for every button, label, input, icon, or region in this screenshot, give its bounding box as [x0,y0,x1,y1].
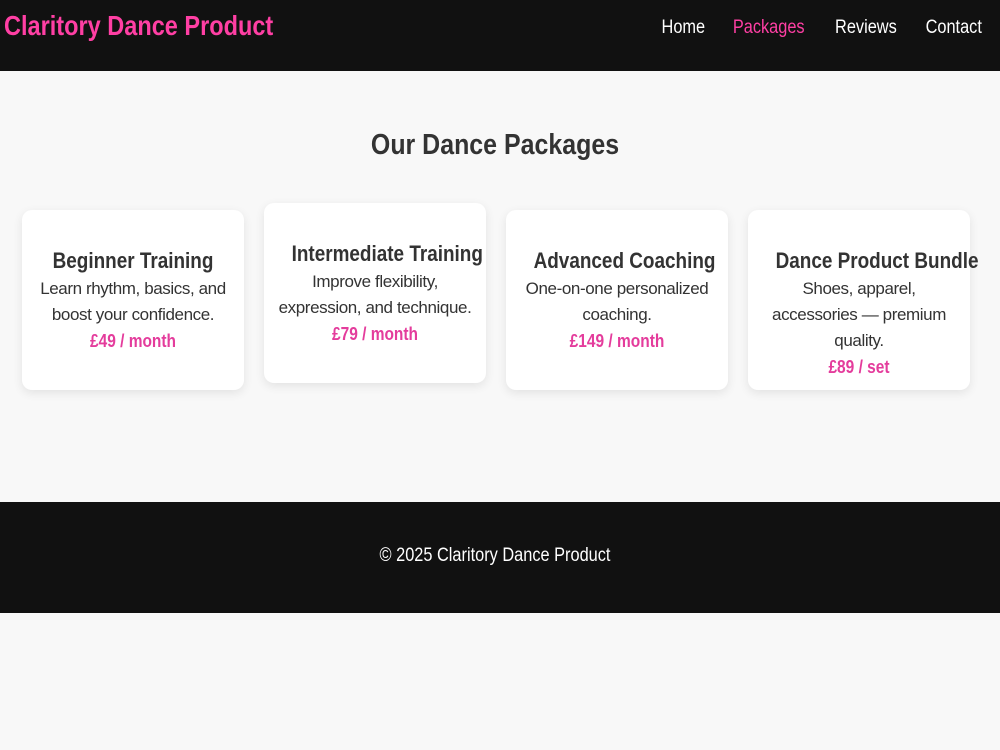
package-card-advanced[interactable]: Advanced Coaching One-on-one personalize… [506,210,728,390]
nav-packages-link[interactable]: Packages [733,16,805,40]
package-price: £89 / set [828,357,890,377]
copyright-text: © 2025 Claritory Dance Product [379,545,611,566]
package-description: Shoes, apparel, accessories — premium qu… [772,279,946,350]
main-nav: Home Packages Reviews Contact [658,16,986,40]
package-description: Improve flexibility, expression, and tec… [278,272,472,317]
package-price: £49 / month [89,331,177,351]
package-description: One-on-one personalized coaching. [525,279,709,324]
package-price: £79 / month [331,324,419,344]
package-title: Beginner Training [52,248,214,273]
nav-home-link[interactable]: Home [661,16,705,40]
package-price: £149 / month [569,331,665,351]
package-card-bundle[interactable]: Dance Product Bundle Shoes, apparel, acc… [748,210,979,390]
package-title: Intermediate Training [291,241,483,266]
site-header: Claritory Dance Product Home Packages Re… [0,0,1000,71]
package-description: Learn rhythm, basics, and boost your con… [40,279,226,324]
nav-contact-link[interactable]: Contact [925,16,981,40]
site-footer: © 2025 Claritory Dance Product [0,502,1000,613]
package-title: Dance Product Bundle [775,248,979,273]
section-title: Our Dance Packages [370,129,620,161]
package-title: Advanced Coaching [533,248,716,273]
nav-reviews-link[interactable]: Reviews [835,16,897,40]
brand-logo[interactable]: Claritory Dance Product [4,10,273,42]
package-card-beginner[interactable]: Beginner Training Learn rhythm, basics, … [22,210,244,390]
packages-section: Our Dance Packages Beginner Training Lea… [0,71,1000,502]
package-card-intermediate[interactable]: Intermediate Training Improve flexibilit… [264,203,486,383]
